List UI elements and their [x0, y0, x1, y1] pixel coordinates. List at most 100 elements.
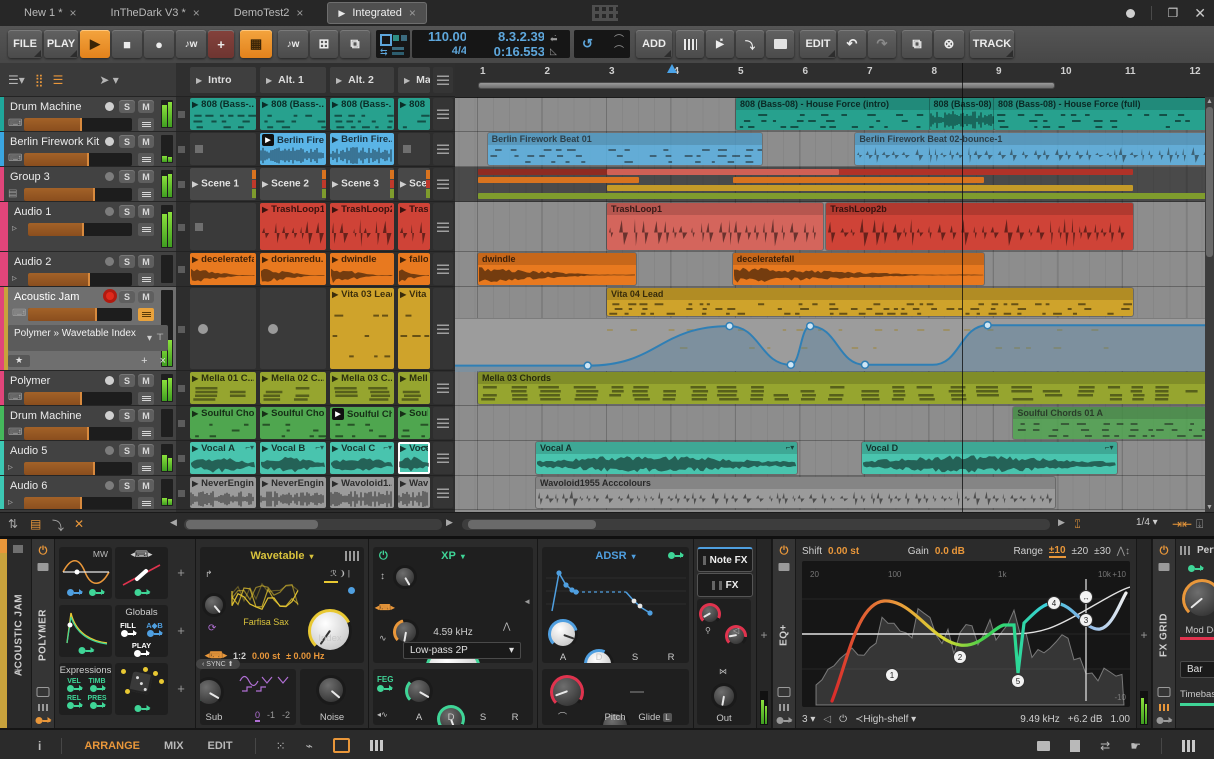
mod-lfo-mw[interactable]: MW [59, 547, 112, 599]
track-header-1[interactable]: Berlin Firework Kit S M ⌨ [0, 132, 176, 167]
routing-button[interactable] [138, 188, 154, 201]
device-grid-icon[interactable] [1159, 704, 1169, 711]
arranger-clip[interactable]: Berlin Firework Beat 01 [487, 133, 762, 165]
clip-slot-7-3[interactable]: ▶Soulf [398, 407, 430, 439]
clip-slot-8-0[interactable]: ▶ Vocal A ⌐▾ [190, 442, 256, 474]
onscreen-keyboard-icon[interactable] [1182, 739, 1196, 752]
solo-button[interactable]: S [119, 100, 135, 113]
global-fill[interactable]: FILL [120, 621, 137, 639]
solo-button[interactable]: S [119, 409, 135, 422]
project-tab-2[interactable]: DemoTest2 × [224, 3, 314, 23]
env-curve-knob[interactable] [550, 675, 584, 709]
solo-button[interactable]: S [119, 135, 135, 148]
track-stop-button[interactable] [178, 181, 185, 188]
arranger-clip[interactable]: Mella 03 Chords [478, 372, 1214, 404]
out-section[interactable]: ⚲ ◁ ⋈ Out [697, 599, 751, 725]
track-name[interactable]: Group 3 [10, 171, 50, 183]
track-stop-button[interactable] [178, 146, 185, 153]
mute-button[interactable]: M [138, 100, 154, 113]
device-preset-icon[interactable] [37, 563, 49, 571]
arranger-hscroll-thumb[interactable] [468, 520, 596, 529]
mute-button[interactable]: M [138, 479, 154, 492]
browser-panel-icon[interactable] [1037, 740, 1051, 751]
clip-slot-0-1[interactable]: ▶ 808 (Bass-... [260, 98, 326, 130]
volume-slider[interactable] [24, 392, 132, 405]
arranger-lane-5[interactable]: Vita 04 Lead [455, 287, 1214, 372]
wavetable-index-knob[interactable] [308, 609, 352, 653]
clip-slot-0-3[interactable]: ▶808 (B [398, 98, 430, 130]
pitch-glide-section[interactable]: ⌒ Pitch Glide L [542, 669, 689, 725]
arm-button[interactable] [105, 172, 114, 181]
mute-button[interactable]: M [138, 135, 154, 148]
clip-slot-8-1[interactable]: ▶ Vocal B ⌐▾ [260, 442, 326, 474]
launcher-record-button[interactable]: ▦ [240, 30, 272, 58]
env-title[interactable]: ADSR [595, 550, 626, 562]
view-tab-mix[interactable]: MIX [164, 740, 184, 752]
follow-playback-icon[interactable]: ⤵ [52, 517, 64, 534]
play-button[interactable]: ▶ [80, 30, 110, 58]
global-ab[interactable]: A◆B [146, 621, 164, 639]
track-stop-button[interactable] [178, 266, 185, 273]
env-a-knob[interactable] [548, 619, 578, 649]
row-options-button[interactable] [433, 372, 453, 404]
clip-slot-2-2[interactable]: ▶ Scene 3 [330, 168, 394, 200]
multi-panel-icon[interactable] [369, 740, 383, 751]
arranger-lane-8[interactable]: Vocal A ⌐▾ Vocal D ⌐▾ [455, 441, 1214, 476]
arranger-clip[interactable]: Vocal D ⌐▾ [861, 442, 1117, 474]
touch-icon[interactable]: ☛ [1130, 739, 1141, 753]
arranger-lane-3[interactable]: TrashLoop1 TrashLoop2b [455, 202, 1214, 252]
arranger-lane-7[interactable]: Soulful Chords 01 A [455, 406, 1214, 441]
mute-button[interactable]: M [138, 374, 154, 387]
arranger-lane-4[interactable]: dwindle deceleratefall [455, 252, 1214, 287]
track-header-4[interactable]: Audio 2 S M ▹ [0, 252, 176, 287]
tab-close-icon[interactable]: × [70, 6, 77, 20]
device-chooser[interactable]: Polymer » Wavetable Index ▾ ⊤ [8, 325, 168, 351]
band-power-icon[interactable]: ⏻ [839, 714, 847, 725]
track-stop-button[interactable] [178, 111, 185, 118]
amp-env-section[interactable]: ADSR ▾ A D S R [542, 547, 689, 663]
arm-button[interactable] [105, 411, 114, 420]
remove-icon[interactable]: × [160, 355, 166, 367]
track-header-7[interactable]: Drum Machine S M ⌨ [0, 406, 176, 441]
filter-drive-knob[interactable] [393, 565, 417, 589]
modulators-icon[interactable] [35, 717, 52, 724]
scene-header-1[interactable]: ▶ Alt. 1 [260, 67, 326, 93]
wavetable-section[interactable]: Wavetable ▾ ↱ ⟳ Farfisa Sax ℛ ❩ | Index ◂⌨▸ 1:2 0… [200, 547, 364, 663]
clip-slot-7-0[interactable]: ▶Soulful Cho... [190, 407, 256, 439]
routing-button[interactable] [138, 392, 154, 405]
routing-button[interactable] [138, 427, 154, 440]
view-tab-edit[interactable]: EDIT [208, 740, 233, 752]
arm-button[interactable] [106, 292, 114, 300]
alt-takes-button[interactable]: ⧉ [340, 30, 370, 58]
tab-close-icon[interactable]: × [296, 6, 303, 20]
track-name[interactable]: Audio 1 [14, 206, 51, 218]
time-signature[interactable]: 4/4 [452, 44, 467, 59]
clip-slot-6-1[interactable]: ▶ Mella 02 C... [260, 372, 326, 404]
clip-slot-2-0[interactable]: ▶ Scene 1 [190, 168, 256, 200]
record-button[interactable]: ● [144, 30, 174, 58]
spread-knob[interactable] [711, 683, 737, 709]
bar-dropdown[interactable]: Bar▾ [1180, 661, 1214, 678]
arranger-lane-6[interactable]: Mella 03 Chords [455, 371, 1214, 406]
row-options-button[interactable] [433, 253, 453, 285]
track-name[interactable]: Drum Machine [10, 101, 82, 113]
scene-header-2[interactable]: ▶ Alt. 2 [330, 67, 394, 93]
modulators-icon[interactable] [776, 717, 793, 724]
clip-slot-4-2[interactable]: ▶ dwindle [330, 253, 394, 285]
arranger-clip[interactable]: Berlin Firework Beat 02-bounce-1 [855, 133, 1214, 165]
dashboard-dot-icon[interactable] [1125, 8, 1135, 18]
track-stop-button[interactable] [178, 385, 185, 392]
scene-options-button[interactable] [433, 67, 453, 93]
clip-slot-4-3[interactable]: ▶fallon [398, 253, 430, 285]
solo-button[interactable]: S [119, 170, 135, 183]
solo-button[interactable]: S [119, 479, 135, 492]
volume-slider[interactable] [28, 308, 132, 321]
add-menu-button[interactable]: ADD [636, 30, 672, 58]
automation-lane[interactable] [455, 318, 1214, 372]
zoom-fit-icon[interactable]: ⇥⇤ [1172, 517, 1192, 531]
osc-tune[interactable]: 0.00 st [252, 651, 280, 661]
mute-button[interactable]: M [138, 409, 154, 422]
scroll-down-icon[interactable]: ▼ [1205, 504, 1214, 511]
project-tab-3[interactable]: ▶ Integrated × [327, 2, 427, 24]
tab-close-icon[interactable]: × [409, 6, 416, 20]
